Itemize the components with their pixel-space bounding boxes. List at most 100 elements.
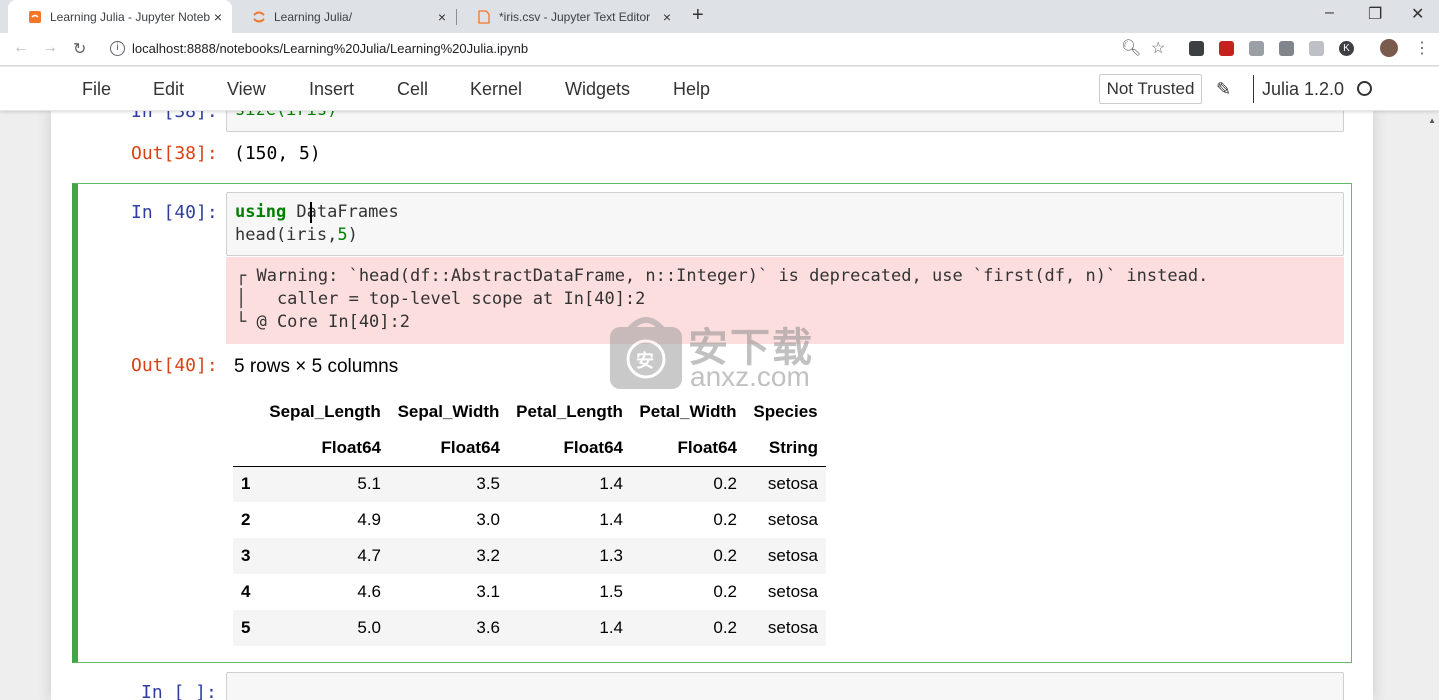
tab-title: Learning Julia - Jupyter Notebook bbox=[50, 9, 210, 24]
menu-cell[interactable]: Cell bbox=[397, 79, 428, 100]
jupyter-menubar: File Edit View Insert Cell Kernel Widget… bbox=[0, 67, 1439, 111]
minimize-button[interactable]: – bbox=[1325, 4, 1334, 22]
warning-line: ┌ Warning: `head(df::AbstractDataFrame, … bbox=[236, 266, 1209, 286]
watermark-logo: 安 安下载 anxz.com bbox=[610, 317, 812, 394]
extension-box-icon[interactable] bbox=[1309, 41, 1324, 56]
column-header: Species bbox=[753, 402, 818, 421]
table-cell: 5.0 bbox=[357, 618, 381, 637]
column-type: Float64 bbox=[389, 430, 508, 467]
menu-edit[interactable]: Edit bbox=[153, 79, 184, 100]
input-prompt: In [ ]: bbox=[141, 682, 217, 700]
profile-k-icon[interactable]: K bbox=[1339, 41, 1354, 56]
table-cell: 1.5 bbox=[599, 582, 623, 601]
input-prompt: In [38]: bbox=[131, 111, 218, 122]
tab-close-icon[interactable]: × bbox=[214, 9, 222, 25]
table-cell: 3.2 bbox=[476, 546, 500, 565]
table-cell: 3.0 bbox=[476, 510, 500, 529]
bookmark-star-icon[interactable]: ☆ bbox=[1151, 38, 1165, 58]
table-cell: setosa bbox=[767, 582, 818, 601]
row-index: 3 bbox=[241, 546, 251, 565]
table-row: 5 5.0 3.6 1.4 0.2 setosa bbox=[233, 610, 826, 646]
column-header: Petal_Width bbox=[639, 402, 737, 421]
table-cell: setosa bbox=[767, 474, 818, 494]
jupyter-notebook-icon bbox=[28, 10, 42, 24]
table-cell: 0.2 bbox=[713, 546, 737, 565]
column-type: String bbox=[745, 430, 826, 467]
index-header bbox=[233, 394, 261, 430]
dataframe-table: Sepal_Length Sepal_Width Petal_Length Pe… bbox=[233, 394, 826, 646]
forward-arrow-icon[interactable]: → bbox=[42, 39, 58, 57]
menu-insert[interactable]: Insert bbox=[309, 79, 354, 100]
table-cell: 1.4 bbox=[599, 618, 623, 637]
menu-view[interactable]: View bbox=[227, 79, 266, 100]
new-tab-button[interactable]: + bbox=[692, 4, 704, 27]
code-line: size(iris) bbox=[235, 111, 337, 122]
output-prompt: Out[38]: bbox=[131, 143, 218, 164]
tab-jupyter-notebook[interactable]: Learning Julia - Jupyter Notebook × bbox=[8, 0, 232, 33]
site-info-icon[interactable]: i bbox=[110, 41, 125, 56]
edit-pencil-icon[interactable]: ✎ bbox=[1216, 79, 1231, 100]
empty-code-input-area[interactable] bbox=[226, 672, 1344, 700]
column-type: Float64 bbox=[508, 430, 631, 467]
table-row: 2 4.9 3.0 1.4 0.2 setosa bbox=[233, 502, 826, 538]
menu-help[interactable]: Help bbox=[673, 79, 710, 100]
maximize-button[interactable]: ❐ bbox=[1368, 4, 1382, 24]
column-header: Sepal_Width bbox=[397, 402, 500, 421]
column-header: Petal_Length bbox=[516, 402, 623, 421]
table-cell: 1.4 bbox=[599, 474, 623, 494]
table-cell: 5.1 bbox=[357, 474, 381, 494]
column-type: Float64 bbox=[261, 430, 389, 467]
menu-widgets[interactable]: Widgets bbox=[565, 79, 630, 100]
avatar[interactable] bbox=[1380, 39, 1398, 57]
table-cell: setosa bbox=[767, 510, 818, 529]
code-text: ) bbox=[347, 225, 358, 245]
table-cell: 4.6 bbox=[357, 582, 381, 601]
table-cell: setosa bbox=[767, 546, 818, 565]
notebook-container: size(iris) In [38]: Out[38]: (150, 5) In… bbox=[51, 111, 1373, 700]
extension-image-icon[interactable] bbox=[1249, 41, 1264, 56]
reload-icon[interactable]: ↻ bbox=[73, 39, 86, 59]
extension-people-icon[interactable] bbox=[1279, 41, 1294, 56]
input-prompt: In [40]: bbox=[131, 202, 218, 223]
extension-chart-icon[interactable] bbox=[1219, 41, 1234, 56]
tab-learning-julia-dir[interactable]: Learning Julia/ × bbox=[232, 0, 456, 33]
close-window-button[interactable]: ✕ bbox=[1411, 4, 1424, 24]
index-header bbox=[233, 430, 261, 467]
table-cell: 4.9 bbox=[357, 510, 381, 529]
table-cell: 3.1 bbox=[476, 582, 500, 601]
menu-kernel[interactable]: Kernel bbox=[470, 79, 522, 100]
kernel-idle-indicator-icon bbox=[1357, 81, 1372, 96]
table-cell: 3.5 bbox=[476, 474, 500, 494]
table-cell: setosa bbox=[767, 618, 818, 637]
keyword: using bbox=[235, 202, 287, 222]
tab-iris-csv[interactable]: *iris.csv - Jupyter Text Editor × bbox=[457, 0, 681, 33]
not-trusted-button[interactable]: Not Trusted bbox=[1099, 74, 1202, 104]
watermark-en-text: anxz.com bbox=[690, 361, 810, 392]
dataframe-summary: 5 rows × 5 columns bbox=[234, 356, 399, 377]
table-row: 1 5.1 3.5 1.4 0.2 setosa bbox=[233, 466, 826, 502]
tab-close-icon[interactable]: × bbox=[438, 9, 446, 25]
table-cell: 0.2 bbox=[713, 618, 737, 637]
kernel-name[interactable]: Julia 1.2.0 bbox=[1262, 79, 1344, 100]
code-input-area[interactable]: using DataFrames head(iris,5) bbox=[226, 192, 1344, 256]
column-name-row: Sepal_Length Sepal_Width Petal_Length Pe… bbox=[233, 394, 826, 430]
number-literal: 5 bbox=[337, 225, 348, 245]
zoom-icon[interactable]: 🔍︎ bbox=[1121, 38, 1141, 58]
back-arrow-icon[interactable]: ← bbox=[13, 39, 29, 57]
text-cursor bbox=[310, 202, 312, 223]
table-cell: 1.4 bbox=[599, 510, 623, 529]
kebab-menu-icon[interactable]: ⋮ bbox=[1414, 38, 1430, 58]
extension-shield-icon[interactable] bbox=[1189, 41, 1204, 56]
browser-tab-strip: Learning Julia - Jupyter Notebook × Lear… bbox=[0, 0, 1439, 33]
menu-file[interactable]: File bbox=[82, 79, 111, 100]
code-input-area[interactable]: size(iris) bbox=[226, 111, 1344, 132]
code-editor[interactable]: using DataFrames head(iris,5) bbox=[235, 201, 399, 247]
scroll-up-arrow-icon[interactable]: ▲ bbox=[1428, 116, 1436, 125]
column-type-row: Float64 Float64 Float64 Float64 String bbox=[233, 430, 826, 467]
warning-line: └ @ Core In[40]:2 bbox=[236, 312, 410, 332]
row-index: 1 bbox=[241, 474, 251, 494]
tab-close-icon[interactable]: × bbox=[663, 9, 671, 25]
file-icon bbox=[477, 9, 491, 24]
address-bar[interactable]: localhost:8888/notebooks/Learning%20Juli… bbox=[132, 41, 528, 56]
table-cell: 0.2 bbox=[713, 582, 737, 601]
